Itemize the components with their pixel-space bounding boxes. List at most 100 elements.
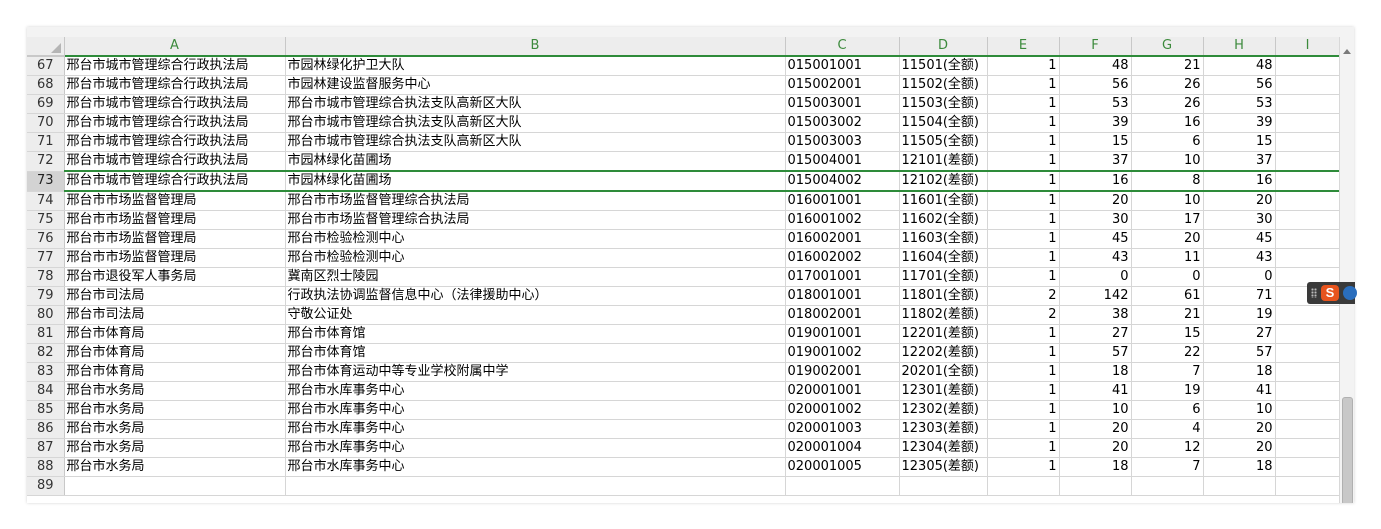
cell-a[interactable]: 邢台市城市管理综合行政执法局 <box>64 170 286 192</box>
table-row[interactable]: 84 邢台市水务局 邢台市水库事务中心 020001001 12301(差额) 1 41 19… <box>27 381 1341 401</box>
cell-g[interactable]: 26 <box>1131 94 1204 114</box>
cell-h[interactable]: 18 <box>1203 362 1276 382</box>
cell-i[interactable] <box>1275 56 1341 76</box>
cell-d[interactable] <box>899 476 988 496</box>
cell-b[interactable]: 邢台市城市管理综合执法支队高新区大队 <box>285 132 786 152</box>
cell-e[interactable]: 1 <box>987 381 1060 401</box>
cell-e[interactable]: 1 <box>987 75 1060 95</box>
cell-d[interactable]: 11504(全额) <box>899 113 988 133</box>
cell-b[interactable]: 邢台市城市管理综合执法支队高新区大队 <box>285 94 786 114</box>
cell-c[interactable]: 015002001 <box>785 75 900 95</box>
cell-e[interactable]: 1 <box>987 56 1060 76</box>
table-row[interactable]: 88 邢台市水务局 邢台市水库事务中心 020001005 12305(差额) 1 18 7 1… <box>27 457 1341 477</box>
cell-f[interactable]: 16 <box>1059 170 1132 192</box>
cell-a[interactable]: 邢台市水务局 <box>64 381 286 401</box>
cell-e[interactable]: 1 <box>987 113 1060 133</box>
cell-c[interactable]: 017001001 <box>785 267 900 287</box>
cell-g[interactable]: 7 <box>1131 457 1204 477</box>
cell-i[interactable] <box>1275 419 1341 439</box>
cell-i[interactable] <box>1275 132 1341 152</box>
row-header[interactable]: 85 <box>27 400 65 420</box>
cell-c[interactable]: 018001001 <box>785 286 900 306</box>
cell-h[interactable]: 30 <box>1203 210 1276 230</box>
cell-e[interactable]: 1 <box>987 343 1060 363</box>
cell-c[interactable]: 016001002 <box>785 210 900 230</box>
cell-f[interactable]: 53 <box>1059 94 1132 114</box>
cell-a[interactable]: 邢台市市场监督管理局 <box>64 191 286 211</box>
row-header[interactable]: 86 <box>27 419 65 439</box>
cell-g[interactable]: 16 <box>1131 113 1204 133</box>
cell-b[interactable]: 邢台市体育馆 <box>285 343 786 363</box>
cell-h[interactable]: 37 <box>1203 151 1276 172</box>
cell-b[interactable]: 市园林建设监督服务中心 <box>285 75 786 95</box>
table-row[interactable]: 74 邢台市市场监督管理局 邢台市市场监督管理综合执法局 016001001 11601… <box>27 191 1341 211</box>
cell-a[interactable]: 邢台市司法局 <box>64 305 286 325</box>
cell-e[interactable]: 1 <box>987 438 1060 458</box>
cell-b[interactable]: 邢台市体育运动中等专业学校附属中学 <box>285 362 786 382</box>
cell-a[interactable] <box>64 476 286 496</box>
cell-a[interactable]: 邢台市市场监督管理局 <box>64 229 286 249</box>
row-header[interactable]: 82 <box>27 343 65 363</box>
cell-d[interactable]: 12102(差额) <box>899 170 988 192</box>
cell-a[interactable]: 邢台市城市管理综合行政执法局 <box>64 56 286 76</box>
cell-h[interactable]: 43 <box>1203 248 1276 268</box>
table-row[interactable]: 83 邢台市体育局 邢台市体育运动中等专业学校附属中学 019002001 20201(… <box>27 362 1341 382</box>
cell-b[interactable]: 行政执法协调监督信息中心（法律援助中心） <box>285 286 786 306</box>
cell-d[interactable]: 11801(全额) <box>899 286 988 306</box>
cell-i[interactable] <box>1275 362 1341 382</box>
cell-e[interactable]: 1 <box>987 132 1060 152</box>
cell-f[interactable]: 30 <box>1059 210 1132 230</box>
table-row[interactable]: 82 邢台市体育局 邢台市体育馆 019001002 12202(差额) 1 57 22 57 <box>27 343 1341 363</box>
cell-d[interactable]: 12304(差额) <box>899 438 988 458</box>
cell-f[interactable]: 15 <box>1059 132 1132 152</box>
cell-c[interactable]: 015004001 <box>785 151 900 172</box>
cell-b[interactable]: 邢台市水库事务中心 <box>285 457 786 477</box>
cell-h[interactable]: 41 <box>1203 381 1276 401</box>
cell-i[interactable] <box>1275 229 1341 249</box>
row-header[interactable]: 76 <box>27 229 65 249</box>
table-row[interactable]: 80 邢台市司法局 守敬公证处 018002001 11802(差额) 2 38 21 19 <box>27 305 1341 325</box>
table-row[interactable]: 76 邢台市市场监督管理局 邢台市检验检测中心 016002001 11603(全额) 1… <box>27 229 1341 249</box>
cell-h[interactable]: 19 <box>1203 305 1276 325</box>
cell-e[interactable]: 1 <box>987 324 1060 344</box>
cell-f[interactable] <box>1059 476 1132 496</box>
cell-f[interactable]: 20 <box>1059 419 1132 439</box>
cell-b[interactable]: 市园林绿化苗圃场 <box>285 151 786 172</box>
row-header[interactable]: 89 <box>27 476 65 496</box>
cell-c[interactable]: 018002001 <box>785 305 900 325</box>
cell-c[interactable]: 016001001 <box>785 191 900 211</box>
cell-a[interactable]: 邢台市城市管理综合行政执法局 <box>64 151 286 172</box>
cell-a[interactable]: 邢台市城市管理综合行政执法局 <box>64 132 286 152</box>
cell-i[interactable] <box>1275 381 1341 401</box>
cell-i[interactable] <box>1275 305 1341 325</box>
cell-g[interactable]: 61 <box>1131 286 1204 306</box>
row-header[interactable]: 67 <box>27 56 65 76</box>
cell-b[interactable]: 邢台市市场监督管理综合执法局 <box>285 191 786 211</box>
cell-g[interactable]: 8 <box>1131 170 1204 192</box>
cell-g[interactable]: 22 <box>1131 343 1204 363</box>
cell-f[interactable]: 20 <box>1059 438 1132 458</box>
table-row[interactable]: 87 邢台市水务局 邢台市水库事务中心 020001004 12304(差额) 1 20 12… <box>27 438 1341 458</box>
cell-e[interactable]: 1 <box>987 210 1060 230</box>
cell-h[interactable]: 18 <box>1203 457 1276 477</box>
cell-e[interactable]: 1 <box>987 170 1060 192</box>
ime-status-icon[interactable] <box>1343 286 1357 300</box>
cell-b[interactable]: 邢台市体育馆 <box>285 324 786 344</box>
cell-a[interactable]: 邢台市司法局 <box>64 286 286 306</box>
cell-d[interactable]: 11501(全额) <box>899 56 988 76</box>
cell-a[interactable]: 邢台市城市管理综合行政执法局 <box>64 75 286 95</box>
column-header-e[interactable]: E <box>987 37 1060 57</box>
table-row[interactable]: 77 邢台市市场监督管理局 邢台市检验检测中心 016002002 11604(全额) 1… <box>27 248 1341 268</box>
row-header[interactable]: 68 <box>27 75 65 95</box>
cell-c[interactable]: 015003003 <box>785 132 900 152</box>
scroll-up-arrow-icon[interactable] <box>1343 49 1351 54</box>
table-row[interactable]: 85 邢台市水务局 邢台市水库事务中心 020001002 12302(差额) 1 10 6 1… <box>27 400 1341 420</box>
cell-h[interactable]: 48 <box>1203 56 1276 76</box>
cell-e[interactable]: 1 <box>987 362 1060 382</box>
row-header[interactable]: 88 <box>27 457 65 477</box>
cell-d[interactable]: 12303(差额) <box>899 419 988 439</box>
cell-c[interactable]: 016002001 <box>785 229 900 249</box>
cell-b[interactable]: 邢台市水库事务中心 <box>285 381 786 401</box>
cell-c[interactable]: 015003001 <box>785 94 900 114</box>
cell-f[interactable]: 39 <box>1059 113 1132 133</box>
